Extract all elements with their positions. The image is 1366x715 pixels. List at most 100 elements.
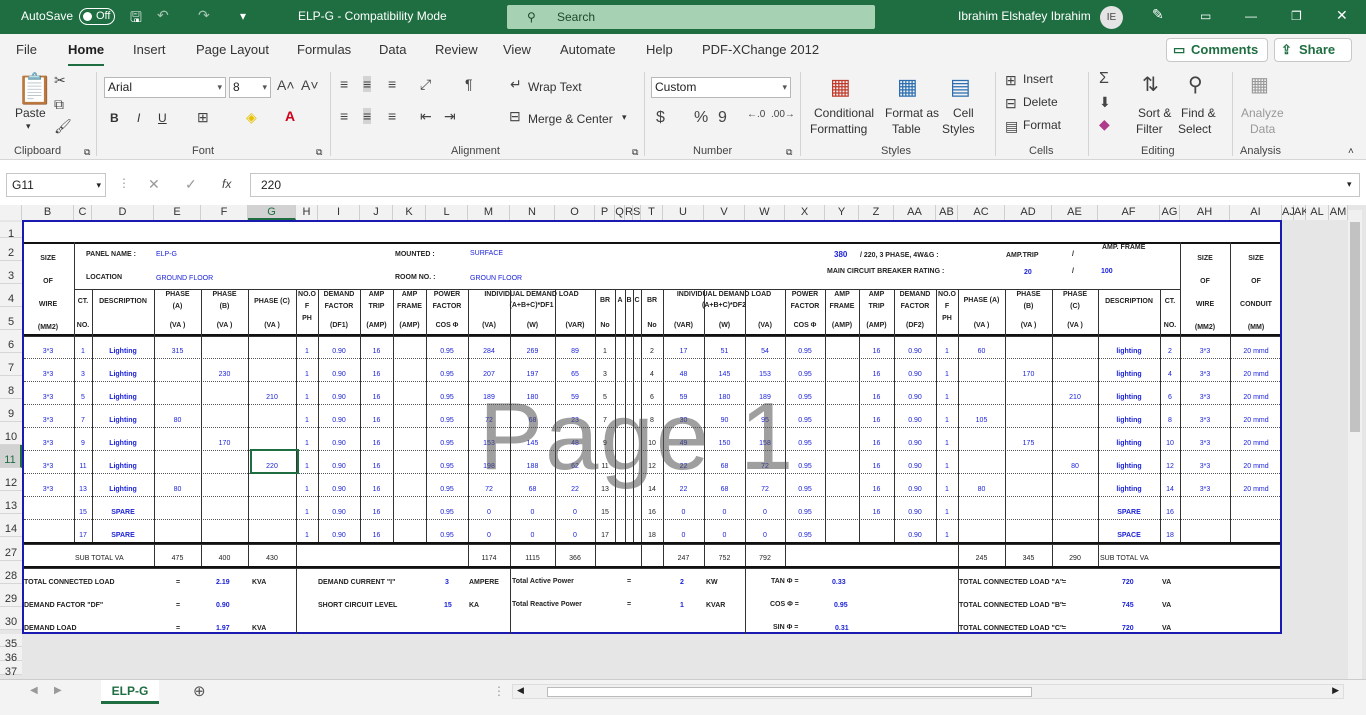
total-connected-load-b-value[interactable]: 745 [1122,601,1134,610]
row-header-27[interactable]: 27 [0,537,22,561]
breaker-no-2[interactable]: 4 [641,370,663,379]
name-box[interactable]: G11 ▾ [6,173,106,197]
column-header-ad[interactable]: AD [1005,205,1052,220]
kva-unit[interactable]: KVA [252,578,266,587]
demand-current-label[interactable]: DEMAND CURRENT "I" [318,578,395,587]
conduit-size-header[interactable]: OF [1230,277,1282,286]
row-header-30[interactable]: 30 [0,607,22,630]
sort-filter-label-2[interactable]: Filter [1136,122,1163,136]
phase-b-header-2[interactable]: (B) [1005,302,1052,311]
conduit-size[interactable]: 20 mmd [1230,370,1282,379]
mounted-value[interactable]: SURFACE [470,249,503,258]
demand-va[interactable]: 0 [468,531,510,540]
search-box[interactable]: ⚲ Search [507,5,875,29]
demand-factor-header[interactable]: DEMAND [318,290,360,299]
power-factor-header-2[interactable]: COS Φ [785,321,825,330]
row-header-7[interactable]: 7 [0,353,22,376]
br-header[interactable]: BR [595,296,615,305]
subtotal-w[interactable]: 1115 [510,554,555,563]
power-factor[interactable]: 0.95 [426,485,468,494]
phase-b-header[interactable]: PHASE [201,290,248,299]
demand-factor-label[interactable]: DEMAND FACTOR "DF" [24,601,103,610]
panel-name-value[interactable]: ELP-G [156,250,177,259]
no-of-phases-2[interactable]: 1 [936,370,958,379]
phase-c-header-2[interactable]: (VA ) [1052,321,1098,330]
amp-trip[interactable]: 16 [360,370,393,379]
conduit-size-header[interactable]: SIZE [1230,254,1282,263]
no-of-phases-2[interactable]: 1 [936,393,958,402]
row-header-28[interactable]: 28 [0,561,22,584]
phase-c-mark[interactable]: C [633,296,641,305]
ct-header-2[interactable]: CT. [1160,297,1180,306]
demand-factor-header-2[interactable]: DEMAND [894,290,936,299]
amp-trip[interactable]: 16 [360,485,393,494]
wire-size-2[interactable]: 3*3 [1180,393,1230,402]
wire-size-2[interactable]: 3*3 [1180,370,1230,379]
room-label[interactable]: ROOM NO. : [395,273,435,282]
phase-b-mark[interactable]: B [625,296,633,305]
subtotal-phase-c[interactable]: 430 [248,554,296,563]
format-as-table-label-2[interactable]: Table [892,122,921,136]
circuit-description[interactable]: SPARE [92,508,154,517]
demand-var-2[interactable]: 17 [663,347,704,356]
unit-var-2[interactable]: (VAR) [663,321,704,330]
phase-a-load-2[interactable]: 105 [958,416,1005,425]
amp-trip[interactable]: 16 [360,416,393,425]
circuit-description-2[interactable]: lighting [1098,370,1160,379]
demand-var-2[interactable]: 48 [663,370,704,379]
demand-load-label[interactable]: DEMAND LOAD [24,624,77,633]
demand-factor[interactable]: 0.90 [318,370,360,379]
column-header-c[interactable]: C [74,205,92,220]
va-unit[interactable]: VA [1162,624,1171,633]
amp-trip-2[interactable]: 16 [859,462,894,471]
circuit-no-2[interactable]: 2 [1160,347,1180,356]
column-header-am[interactable]: AM [1329,205,1348,220]
circuit-description-2[interactable]: lighting [1098,347,1160,356]
fill-color-icon[interactable]: ◈ [246,109,257,126]
tab-home[interactable]: Home [68,42,105,67]
cell-styles-label-1[interactable]: Cell [953,106,974,120]
row-header-3[interactable]: 3 [0,261,22,284]
column-header-af[interactable]: AF [1098,205,1160,220]
row-header-12[interactable]: 12 [0,468,22,491]
circuit-description[interactable]: Lighting [92,370,154,379]
circuit-description[interactable]: Lighting [92,393,154,402]
delete-cells-icon[interactable]: ⊟ [1005,95,1017,112]
demand-factor[interactable]: 0.90 [318,508,360,517]
column-header-t[interactable]: T [641,205,663,220]
total-reactive-power-label[interactable]: Total Reactive Power [512,600,582,609]
conditional-formatting-icon[interactable]: ▦ [830,74,851,100]
circuit-no-2[interactable]: 14 [1160,485,1180,494]
tab-page-layout[interactable]: Page Layout [196,42,269,57]
demand-factor-2[interactable]: 0.90 [894,347,936,356]
power-factor-header[interactable]: FACTOR [426,302,468,311]
column-header-h[interactable]: H [296,205,318,220]
demand-va[interactable]: 207 [468,370,510,379]
column-header-f[interactable]: F [201,205,248,220]
amp-trip[interactable]: 16 [360,531,393,540]
circuit-description-2[interactable]: lighting [1098,393,1160,402]
amp-trip-header[interactable]: TRIP [360,302,393,311]
row-header-2[interactable]: 2 [0,238,22,261]
column-header-x[interactable]: X [785,205,825,220]
amp-trip-header-2[interactable]: TRIP [859,302,894,311]
equals[interactable]: = [627,577,631,586]
kvar-unit[interactable]: KVAR [706,601,725,610]
ct-header[interactable]: NO. [74,321,92,330]
paste-dropdown-icon[interactable]: ▾ [26,121,31,132]
wire-size-header[interactable]: WIRE [22,300,74,309]
no-of-phases[interactable]: 1 [296,370,318,379]
tab-formulas[interactable]: Formulas [297,42,351,57]
demand-factor[interactable]: 0.90 [318,439,360,448]
amp-frame-value[interactable]: 100 [1101,267,1113,276]
wire-size[interactable]: 3*3 [22,485,74,494]
unit-w-2[interactable]: (W) [704,321,745,330]
equals[interactable]: = [176,624,180,633]
tab-review[interactable]: Review [435,42,478,57]
wire-size-header-right[interactable]: SIZE [1180,254,1230,263]
circuit-description-2[interactable]: SPACE [1098,531,1160,540]
slash-1[interactable]: / [1072,250,1074,259]
subtotal-phase-a[interactable]: 475 [154,554,201,563]
equals[interactable]: = [1062,601,1066,610]
column-header-aj[interactable]: AJ [1282,205,1295,220]
